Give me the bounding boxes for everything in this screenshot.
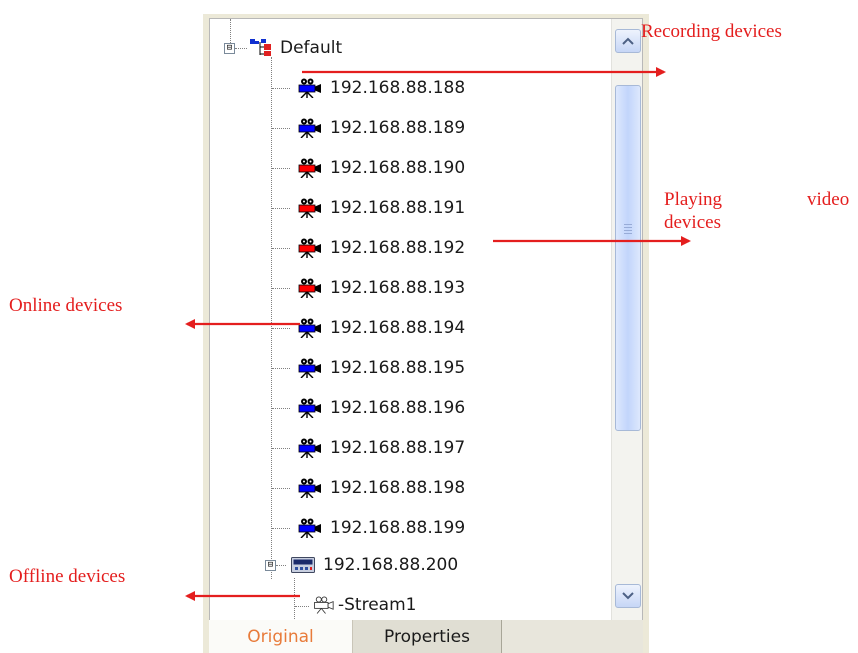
chevron-down-icon	[622, 592, 634, 600]
camera-icon	[296, 438, 322, 458]
tree-connector-line	[295, 606, 309, 607]
device-tree-view[interactable]: ⊟ Default 192.168.88.188 192.168.88.189 …	[209, 18, 643, 622]
camera-icon	[296, 398, 322, 418]
camera-icon	[296, 358, 322, 378]
tree-connector-line	[272, 448, 290, 449]
panel-tabs: Original Properties	[209, 620, 643, 653]
annotation-devices-word: devices	[664, 212, 721, 233]
tree-node-device[interactable]: 192.168.88.193	[296, 276, 465, 300]
tree-connector-line	[271, 57, 272, 579]
tree-node-device-label: 192.168.88.195	[330, 358, 466, 378]
tree-node-device-label: 192.168.88.194	[330, 318, 466, 338]
camera-icon	[296, 478, 322, 498]
tree-connector-line	[272, 528, 290, 529]
tree-node-device-label: 192.168.88.191	[330, 198, 466, 218]
tree-node-device[interactable]: 192.168.88.194	[296, 316, 465, 340]
tree-node-device[interactable]: 192.168.88.197	[296, 436, 465, 460]
annotation-offline: Offline devices	[9, 566, 126, 587]
tab-original[interactable]: Original	[209, 620, 353, 653]
tree-connector-line	[272, 408, 290, 409]
scroll-down-button[interactable]	[615, 584, 641, 608]
tree-connector-line	[272, 368, 290, 369]
device-tree: ⊟ Default 192.168.88.188 192.168.88.189 …	[210, 19, 610, 621]
camera-icon	[296, 158, 322, 178]
camera-icon	[296, 318, 322, 338]
scroll-up-button[interactable]	[615, 29, 641, 53]
group-tree-icon	[250, 39, 274, 57]
tree-connector-line	[272, 88, 290, 89]
camera-icon	[296, 198, 322, 218]
tab-properties[interactable]: Properties	[353, 620, 502, 653]
scroll-grip	[624, 227, 632, 228]
tree-node-device[interactable]: 192.168.88.192	[296, 236, 465, 260]
camera-icon	[296, 118, 322, 138]
tree-node-device-label: 192.168.88.190	[330, 158, 466, 178]
tree-node-device[interactable]: 192.168.88.189	[296, 116, 465, 140]
tree-connector-line	[272, 128, 290, 129]
scroll-thumb[interactable]	[615, 85, 641, 431]
tree-node-device[interactable]: 192.168.88.191	[296, 196, 465, 220]
tree-connector-line	[272, 248, 290, 249]
tree-node-device[interactable]: 192.168.88.195	[296, 356, 465, 380]
device-tree-panel: ⊟ Default 192.168.88.188 192.168.88.189 …	[203, 14, 649, 653]
tree-connector-line	[272, 328, 290, 329]
tree-node-device-label: 192.168.88.199	[330, 518, 466, 538]
camera-icon	[296, 278, 322, 298]
tree-node-device-label: 192.168.88.197	[330, 438, 466, 458]
camera-icon	[296, 78, 322, 98]
camera-icon	[296, 238, 322, 258]
annotation-video-word: video	[807, 189, 850, 210]
tree-node-device-label: 192.168.88.188	[330, 78, 466, 98]
tree-root-default[interactable]: Default	[250, 36, 342, 60]
offline-camera-icon	[312, 596, 334, 614]
tree-connector-line	[272, 208, 290, 209]
tree-node-device-label: 192.168.88.192	[330, 238, 466, 258]
nvr-device-icon	[291, 556, 315, 574]
tree-node-stream1-label: -Stream1	[338, 595, 417, 615]
tree-node-device-label: 192.168.88.189	[330, 118, 466, 138]
tree-node-nvr-label: 192.168.88.200	[323, 555, 459, 575]
chevron-up-icon	[622, 37, 634, 45]
scroll-grip	[624, 230, 632, 231]
tree-connector-line	[235, 48, 247, 49]
annotation-recording: Recording devices	[641, 21, 782, 42]
tree-connector-line	[272, 168, 290, 169]
vertical-scrollbar[interactable]	[611, 19, 642, 621]
tree-node-device-label: 192.168.88.193	[330, 278, 466, 298]
scroll-grip	[624, 233, 632, 234]
tree-node-stream1[interactable]: -Stream1	[312, 593, 416, 617]
tree-connector-line	[276, 565, 286, 566]
annotation-playing-word: Playing	[664, 189, 723, 210]
tree-node-device[interactable]: 192.168.88.190	[296, 156, 465, 180]
scroll-grip	[624, 224, 632, 225]
tree-connector-line	[272, 288, 290, 289]
camera-icon	[296, 518, 322, 538]
tree-root-label: Default	[280, 38, 343, 58]
nvr-expander[interactable]: ⊟	[265, 560, 276, 571]
tree-node-device[interactable]: 192.168.88.188	[296, 76, 465, 100]
annotation-online: Online devices	[9, 295, 123, 316]
tree-node-nvr[interactable]: 192.168.88.200	[291, 553, 458, 577]
tree-node-device-label: 192.168.88.196	[330, 398, 466, 418]
tree-node-device[interactable]: 192.168.88.198	[296, 476, 465, 500]
tree-node-device-label: 192.168.88.198	[330, 478, 466, 498]
tree-connector-line	[294, 578, 295, 621]
tree-connector-line	[272, 488, 290, 489]
tree-node-device[interactable]: 192.168.88.199	[296, 516, 465, 540]
tree-node-device[interactable]: 192.168.88.196	[296, 396, 465, 420]
root-expander[interactable]: ⊟	[224, 43, 235, 54]
